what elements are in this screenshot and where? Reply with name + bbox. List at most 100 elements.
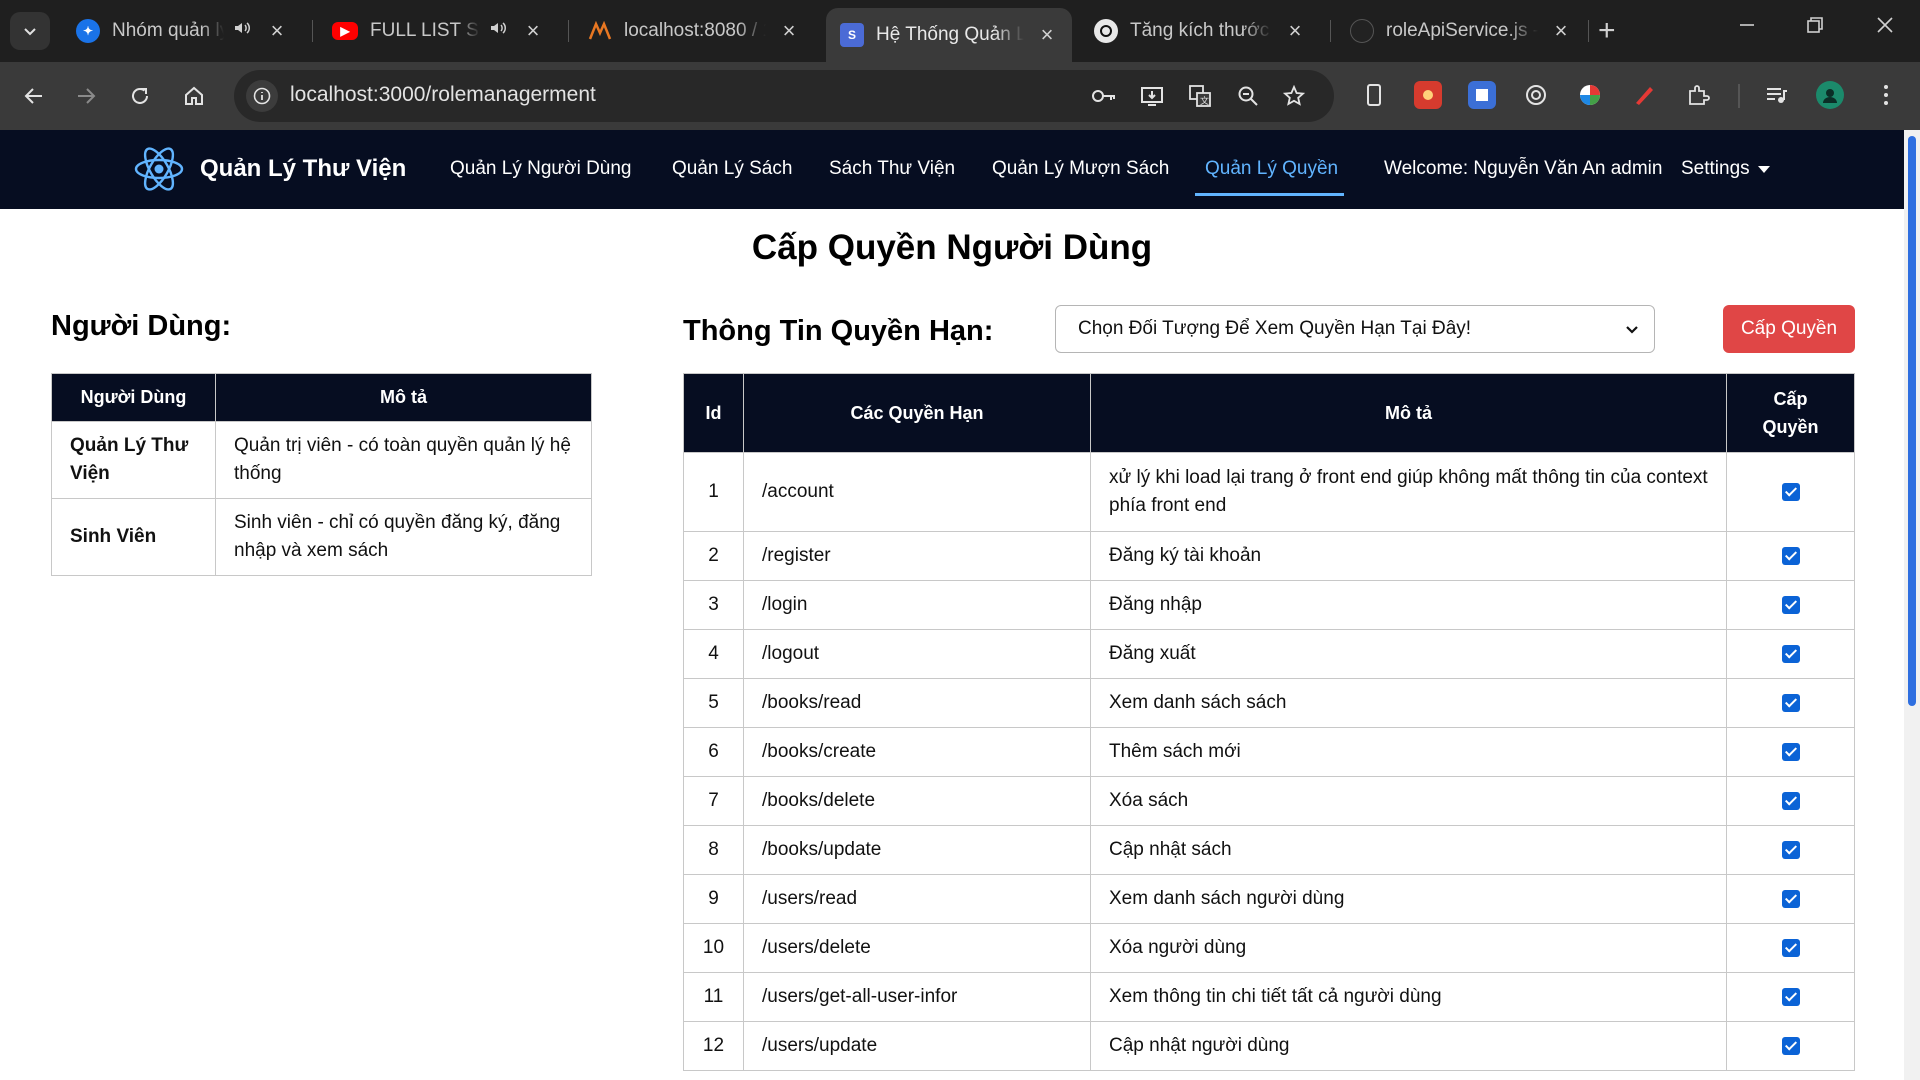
nav-link-users[interactable]: Quản Lý Người Dùng bbox=[450, 158, 632, 180]
home-icon[interactable] bbox=[178, 80, 210, 112]
perm-check-cell bbox=[1726, 580, 1855, 630]
perm-desc-cell: Thêm sách mới bbox=[1090, 727, 1727, 777]
perm-url-cell: /users/read bbox=[743, 874, 1091, 924]
permission-checkbox[interactable] bbox=[1781, 840, 1800, 859]
page-scrollbar[interactable] bbox=[1904, 130, 1920, 1080]
permission-checkbox[interactable] bbox=[1781, 1036, 1800, 1055]
site-info-icon[interactable] bbox=[246, 80, 278, 112]
active-nav-indicator bbox=[1195, 193, 1344, 196]
close-tab-icon[interactable]: × bbox=[1284, 18, 1306, 44]
messenger-icon: ✦ bbox=[76, 19, 100, 43]
perm-desc-cell: Xem danh sách người dùng bbox=[1090, 874, 1727, 924]
nav-link-borrowing[interactable]: Quản Lý Mượn Sách bbox=[992, 158, 1169, 180]
perm-check-cell bbox=[1726, 1021, 1855, 1071]
browser-tab-1[interactable]: ✦ Nhóm quản lý × bbox=[62, 10, 302, 52]
scrollbar-thumb[interactable] bbox=[1908, 136, 1916, 706]
browser-tab-bar: ✦ Nhóm quản lý × ▶ FULL LIST STYLE × loc… bbox=[0, 0, 1920, 62]
close-tab-icon[interactable]: × bbox=[522, 18, 544, 44]
restore-icon[interactable] bbox=[1806, 14, 1824, 40]
close-window-icon[interactable] bbox=[1876, 14, 1894, 40]
url-text[interactable]: localhost:3000/rolemanagerment bbox=[290, 83, 596, 107]
chatgpt-icon bbox=[1094, 19, 1118, 43]
speaker-icon[interactable] bbox=[232, 18, 254, 44]
perm-check-cell bbox=[1726, 452, 1855, 532]
permission-checkbox[interactable] bbox=[1781, 546, 1800, 565]
perm-check-cell bbox=[1726, 776, 1855, 826]
permission-checkbox[interactable] bbox=[1781, 482, 1800, 501]
user-name-cell: Sinh Viên bbox=[51, 498, 216, 576]
zoom-icon[interactable] bbox=[1234, 82, 1262, 110]
grant-permission-button[interactable]: Cấp Quyền bbox=[1723, 305, 1855, 353]
table-row: 4 /logout Đăng xuất bbox=[683, 629, 1855, 679]
table-row[interactable]: Quản Lý Thư Viện Quản trị viên - có toàn… bbox=[51, 421, 592, 499]
close-tab-icon[interactable]: × bbox=[1550, 18, 1572, 44]
translate-icon[interactable]: 文 bbox=[1186, 82, 1214, 110]
minimize-icon[interactable] bbox=[1738, 14, 1756, 40]
reload-icon[interactable] bbox=[124, 80, 156, 112]
browser-tab-3[interactable]: localhost:8080 / 12 × bbox=[574, 10, 814, 52]
profile-avatar-icon[interactable] bbox=[1816, 81, 1844, 109]
tab-search-button[interactable] bbox=[10, 12, 50, 50]
perm-desc-cell: Đăng ký tài khoản bbox=[1090, 531, 1727, 581]
browser-menu-icon[interactable] bbox=[1872, 81, 1900, 109]
forward-icon[interactable] bbox=[70, 80, 102, 112]
table-row[interactable]: Sinh Viên Sinh viên - chỉ có quyền đăng … bbox=[51, 498, 592, 576]
app-navbar: Quản Lý Thư Viện Quản Lý Người Dùng Quản… bbox=[0, 130, 1904, 209]
back-icon[interactable] bbox=[18, 80, 50, 112]
extension-translate-icon[interactable] bbox=[1468, 81, 1496, 109]
password-key-icon[interactable] bbox=[1090, 82, 1118, 110]
brand[interactable]: Quản Lý Thư Viện bbox=[132, 142, 406, 196]
role-select[interactable]: Chọn Đối Tượng Để Xem Quyền Hạn Tại Đây! bbox=[1055, 305, 1655, 353]
permission-checkbox[interactable] bbox=[1781, 595, 1800, 614]
tab-title: Hệ Thống Quản Lý bbox=[876, 24, 1024, 45]
extension-target-icon[interactable] bbox=[1522, 81, 1550, 109]
github-icon bbox=[1350, 19, 1374, 43]
device-toolbar-icon[interactable] bbox=[1360, 81, 1388, 109]
app-favicon-icon: S bbox=[840, 23, 864, 47]
table-row: 5 /books/read Xem danh sách sách bbox=[683, 678, 1855, 728]
brand-name[interactable]: Quản Lý Thư Viện bbox=[200, 155, 406, 183]
browser-tab-active[interactable]: S Hệ Thống Quản Lý × bbox=[826, 8, 1072, 62]
table-row: 10 /users/delete Xóa người dùng bbox=[683, 923, 1855, 973]
address-bar[interactable]: localhost:3000/rolemanagerment 文 bbox=[234, 70, 1334, 122]
table-header-row: Id Các Quyền Hạn Mô tả Cấp Quyền bbox=[683, 373, 1855, 453]
perm-check-cell bbox=[1726, 678, 1855, 728]
close-tab-icon[interactable]: × bbox=[1036, 22, 1058, 48]
tab-title: roleApiService.js - bbox=[1386, 20, 1538, 41]
permission-checkbox[interactable] bbox=[1781, 693, 1800, 712]
close-tab-icon[interactable]: × bbox=[778, 18, 800, 44]
table-row: 2 /register Đăng ký tài khoản bbox=[683, 531, 1855, 581]
nav-link-library-books[interactable]: Sách Thư Viện bbox=[829, 158, 955, 180]
install-app-icon[interactable] bbox=[1138, 82, 1166, 110]
media-control-icon[interactable] bbox=[1762, 81, 1790, 109]
perm-check-cell bbox=[1726, 629, 1855, 679]
nav-link-books[interactable]: Quản Lý Sách bbox=[672, 158, 792, 180]
speaker-icon[interactable] bbox=[488, 18, 510, 44]
permission-checkbox[interactable] bbox=[1781, 938, 1800, 957]
user-name-cell: Quản Lý Thư Viện bbox=[51, 421, 216, 499]
browser-tab-2[interactable]: ▶ FULL LIST STYLE × bbox=[318, 10, 558, 52]
extension-red-icon[interactable] bbox=[1414, 81, 1442, 109]
permission-checkbox[interactable] bbox=[1781, 791, 1800, 810]
bookmark-star-icon[interactable] bbox=[1280, 82, 1308, 110]
extensions-puzzle-icon[interactable] bbox=[1684, 81, 1712, 109]
extension-color-icon[interactable] bbox=[1576, 81, 1604, 109]
table-row: 12 /users/update Cập nhật người dùng bbox=[683, 1021, 1855, 1071]
perm-id-cell: 3 bbox=[683, 580, 744, 630]
nav-link-roles[interactable]: Quản Lý Quyền bbox=[1205, 158, 1338, 180]
extension-pen-icon[interactable] bbox=[1630, 81, 1658, 109]
phpmyadmin-icon bbox=[588, 19, 612, 43]
permission-checkbox[interactable] bbox=[1781, 644, 1800, 663]
browser-tab-6[interactable]: roleApiService.js - × bbox=[1336, 10, 1586, 52]
close-tab-icon[interactable]: × bbox=[266, 18, 288, 44]
permission-checkbox[interactable] bbox=[1781, 987, 1800, 1006]
column-header: Mô tả bbox=[1090, 373, 1727, 453]
permission-checkbox[interactable] bbox=[1781, 742, 1800, 761]
permission-checkbox[interactable] bbox=[1781, 889, 1800, 908]
settings-dropdown[interactable]: Settings bbox=[1681, 158, 1770, 180]
welcome-text: Welcome: Nguyễn Văn An admin bbox=[1384, 158, 1663, 179]
perm-url-cell: /books/update bbox=[743, 825, 1091, 875]
new-tab-button[interactable]: + bbox=[1598, 14, 1616, 48]
browser-tab-5[interactable]: Tăng kích thước ch × bbox=[1080, 10, 1320, 52]
perm-desc-cell: Xóa sách bbox=[1090, 776, 1727, 826]
